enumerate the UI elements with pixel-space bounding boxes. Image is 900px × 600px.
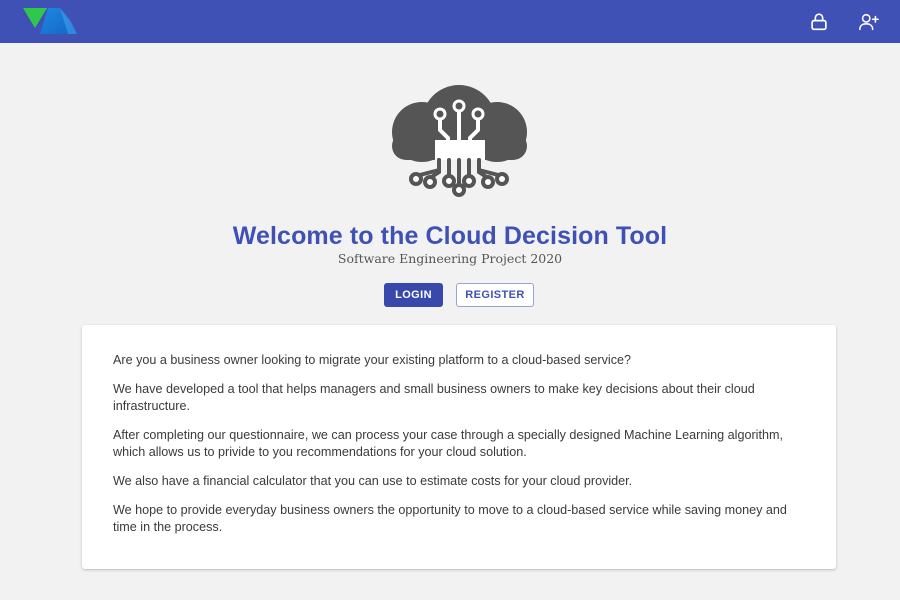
cloud-circuit-icon xyxy=(392,85,527,197)
login-button[interactable]: LOGIN xyxy=(384,283,443,307)
top-app-bar xyxy=(0,0,900,43)
page-subtitle: Software Engineering Project 2020 xyxy=(337,251,563,266)
add-user-icon[interactable] xyxy=(858,11,880,33)
intro-paragraph: We hope to provide everyday business own… xyxy=(113,503,787,534)
intro-paragraph: Are you a business owner looking to migr… xyxy=(113,353,632,367)
intro-paragraph: We also have a financial calculator that… xyxy=(113,474,633,488)
lock-icon[interactable] xyxy=(808,11,830,33)
register-button[interactable]: REGISTER xyxy=(456,283,534,307)
intro-card: Are you a business owner looking to migr… xyxy=(82,325,836,569)
vuetify-logo-icon[interactable] xyxy=(22,6,80,36)
intro-paragraph: After completing our questionnaire, we c… xyxy=(113,428,783,459)
intro-paragraph: We have developed a tool that helps mana… xyxy=(113,382,755,413)
page-title: Welcome to the Cloud Decision Tool xyxy=(232,222,668,250)
